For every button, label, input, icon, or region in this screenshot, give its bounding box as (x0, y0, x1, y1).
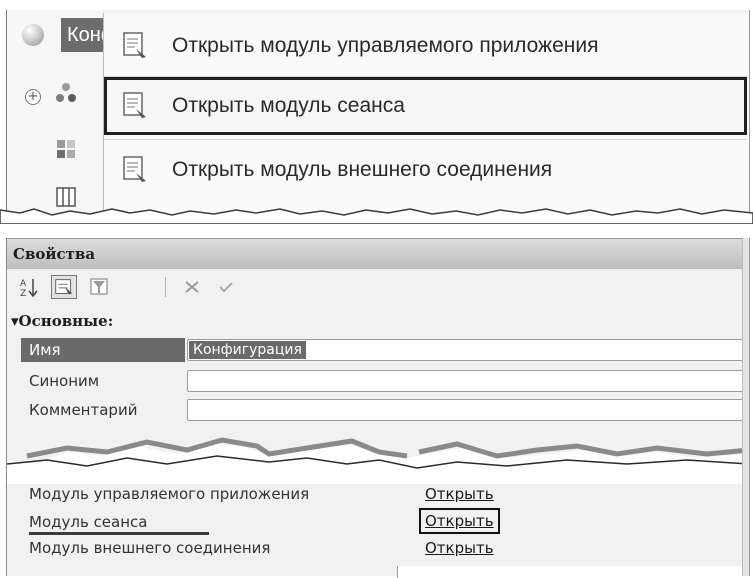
clipped-field (397, 566, 749, 578)
group-basic-label[interactable]: ▾Основные: (11, 312, 113, 330)
configuration-tree-panel: Конфигурация + Открыть моду (6, 10, 750, 218)
property-row-name[interactable]: Имя Конфигурация (7, 338, 749, 362)
property-name-label: Имя (29, 341, 61, 359)
module-row-external-connection: Модуль внешнего соединения Открыть (7, 536, 749, 560)
checkmark-icon[interactable] (213, 275, 239, 299)
menu-item-label: Открыть модуль управляемого приложения (172, 34, 599, 57)
properties-header: Свойства (7, 238, 749, 270)
sort-az-icon[interactable]: A Z (17, 275, 43, 299)
svg-text:Z: Z (20, 289, 26, 299)
property-row-synonym[interactable]: Синоним (7, 369, 749, 393)
tree-root-label[interactable]: Конфигурация (61, 18, 103, 52)
module-row-session: Модуль сеанса Открыть (7, 508, 749, 535)
module-managed-app-label: Модуль управляемого приложения (29, 485, 310, 503)
configuration-root-icon (22, 24, 44, 46)
module-session-label: Модуль сеанса (29, 513, 148, 531)
module-doc-icon (123, 92, 146, 118)
clipped-next-row (7, 566, 749, 578)
menu-divider (104, 139, 747, 140)
property-comment-label: Комментарий (29, 401, 138, 419)
expand-plus-icon[interactable]: + (25, 89, 41, 105)
open-session-module-link[interactable]: Открыть (419, 508, 500, 534)
synonym-field[interactable] (187, 370, 747, 392)
module-row-managed-app: Модуль управляемого приложения Открыть (7, 482, 749, 506)
constants-icon[interactable] (55, 138, 77, 160)
open-external-connection-module-link[interactable]: Открыть (425, 536, 494, 560)
module-external-connection-label: Модуль внешнего соединения (29, 539, 271, 557)
categories-icon[interactable] (51, 275, 77, 299)
module-doc-icon (123, 32, 146, 58)
menu-item-open-managed-app-module[interactable]: Открыть модуль управляемого приложения (104, 17, 747, 75)
context-menu: Открыть модуль управляемого приложения О… (103, 13, 749, 218)
toolbar-divider (165, 277, 166, 297)
open-managed-app-module-link[interactable]: Открыть (425, 482, 494, 506)
tree-strip: Конфигурация + (7, 10, 103, 215)
menu-item-label: Открыть модуль внешнего соединения (172, 158, 553, 181)
property-synonym-label: Синоним (29, 372, 100, 390)
menu-item-open-session-module[interactable]: Открыть модуль сеанса (104, 77, 747, 135)
properties-panel: Свойства A Z ▾Основные: Имя Конфигурация… (6, 238, 750, 578)
name-field-value: Конфигурация (189, 341, 306, 359)
properties-title: Свойства (13, 245, 96, 263)
session-underline-mark (29, 532, 209, 535)
property-row-comment[interactable]: Комментарий (7, 398, 749, 422)
scrollbar-edge[interactable] (742, 238, 749, 576)
comment-field[interactable] (187, 399, 747, 421)
svg-text:A: A (20, 279, 27, 289)
torn-edge-decoration (0, 208, 753, 224)
torn-gap-decoration (7, 437, 749, 484)
common-objects-icon[interactable] (55, 82, 77, 104)
clear-x-icon[interactable] (179, 275, 205, 299)
properties-toolbar: A Z (7, 269, 749, 305)
module-doc-icon (123, 156, 146, 182)
menu-item-open-external-connection-module[interactable]: Открыть модуль внешнего соединения (104, 141, 747, 199)
filter-icon[interactable] (87, 275, 113, 299)
menu-item-label: Открыть модуль сеанса (172, 94, 405, 117)
